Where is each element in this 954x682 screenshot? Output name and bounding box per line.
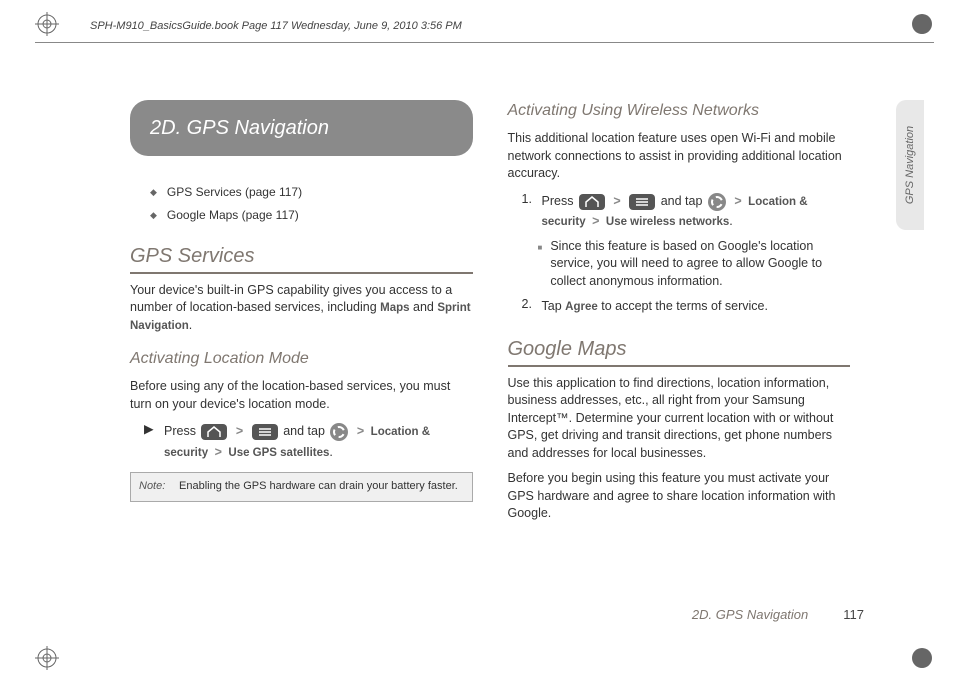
settings-gear-icon [708, 193, 726, 211]
heading-activating-location: Activating Location Mode [130, 348, 473, 370]
text: . [189, 318, 192, 332]
diamond-icon: ◆ [150, 209, 157, 222]
text: and tap [661, 194, 706, 208]
triangle-icon: ▶ [144, 421, 158, 439]
toc-text: GPS Services (page 117) [167, 184, 302, 201]
step: 2. Tap Agree to accept the terms of serv… [522, 296, 851, 316]
paragraph: Your device's built-in GPS capability gi… [130, 282, 473, 335]
left-column: 2D. GPS Navigation ◆ GPS Services (page … [130, 100, 473, 531]
chevron-icon: > [357, 424, 364, 438]
step-body: Press > and tap > Location & security > … [164, 421, 473, 462]
text: and tap [283, 424, 328, 438]
settings-gear-icon [330, 423, 348, 441]
step-body: Press > and tap > Location & security > … [542, 191, 851, 232]
step: 1. Press > and tap > Location & security… [522, 191, 851, 232]
text: Press [542, 194, 577, 208]
header-rule [35, 42, 934, 43]
bold-text: Agree [565, 301, 598, 313]
bold-text: Use wireless networks [606, 216, 729, 228]
text: and [410, 300, 438, 314]
home-key-icon [201, 424, 227, 440]
footer-page-number: 117 [843, 607, 864, 622]
square-bullet-icon: ■ [538, 242, 543, 291]
step-number: 1. [522, 191, 536, 209]
bold-text: Use GPS satellites [228, 447, 329, 459]
crop-mark-icon [910, 646, 934, 670]
paragraph: Use this application to find directions,… [508, 375, 851, 463]
sub-bullet-text: Since this feature is based on Google's … [550, 238, 850, 291]
toc-text: Google Maps (page 117) [167, 207, 299, 224]
step-body: Tap Agree to accept the terms of service… [542, 296, 851, 316]
paragraph: Before you begin using this feature you … [508, 470, 851, 523]
footer-section: 2D. GPS Navigation [692, 607, 808, 622]
home-key-icon [579, 194, 605, 210]
menu-key-icon [629, 194, 655, 210]
right-column: Activating Using Wireless Networks This … [508, 100, 851, 531]
crop-mark-icon [910, 12, 934, 36]
step-number: 2. [522, 296, 536, 314]
bold-text: Maps [380, 302, 409, 314]
toc-item: ◆ Google Maps (page 117) [150, 207, 473, 224]
text: . [329, 445, 332, 459]
note-box: Note: Enabling the GPS hardware can drai… [130, 472, 473, 501]
crop-mark-icon [35, 12, 59, 36]
text: Tap [542, 299, 566, 313]
section-title-pill: 2D. GPS Navigation [130, 100, 473, 156]
side-tab: GPS Navigation [896, 100, 924, 230]
text: to accept the terms of service. [598, 299, 768, 313]
heading-google-maps: Google Maps [508, 335, 851, 367]
paragraph: This additional location feature uses op… [508, 130, 851, 183]
crop-mark-icon [35, 646, 59, 670]
step: ▶ Press > and tap > Location & security … [144, 421, 473, 462]
menu-key-icon [252, 424, 278, 440]
note-text: Enabling the GPS hardware can drain your… [179, 479, 458, 494]
diamond-icon: ◆ [150, 186, 157, 199]
paragraph: Before using any of the location-based s… [130, 378, 473, 413]
toc-item: ◆ GPS Services (page 117) [150, 184, 473, 201]
side-tab-label: GPS Navigation [904, 126, 916, 204]
sub-bullet: ■ Since this feature is based on Google'… [538, 238, 851, 291]
page-footer: 2D. GPS Navigation 117 [692, 607, 864, 622]
chevron-icon: > [236, 424, 243, 438]
running-header: SPH-M910_BasicsGuide.book Page 117 Wedne… [90, 20, 462, 32]
chevron-icon: > [734, 194, 741, 208]
text: . [729, 214, 732, 228]
text: Press [164, 424, 199, 438]
chevron-icon: > [592, 214, 599, 228]
page-body: 2D. GPS Navigation ◆ GPS Services (page … [130, 100, 850, 531]
heading-wireless-networks: Activating Using Wireless Networks [508, 100, 851, 122]
heading-gps-services: GPS Services [130, 242, 473, 274]
note-label: Note: [139, 479, 173, 494]
chevron-icon: > [613, 194, 620, 208]
chevron-icon: > [215, 445, 222, 459]
